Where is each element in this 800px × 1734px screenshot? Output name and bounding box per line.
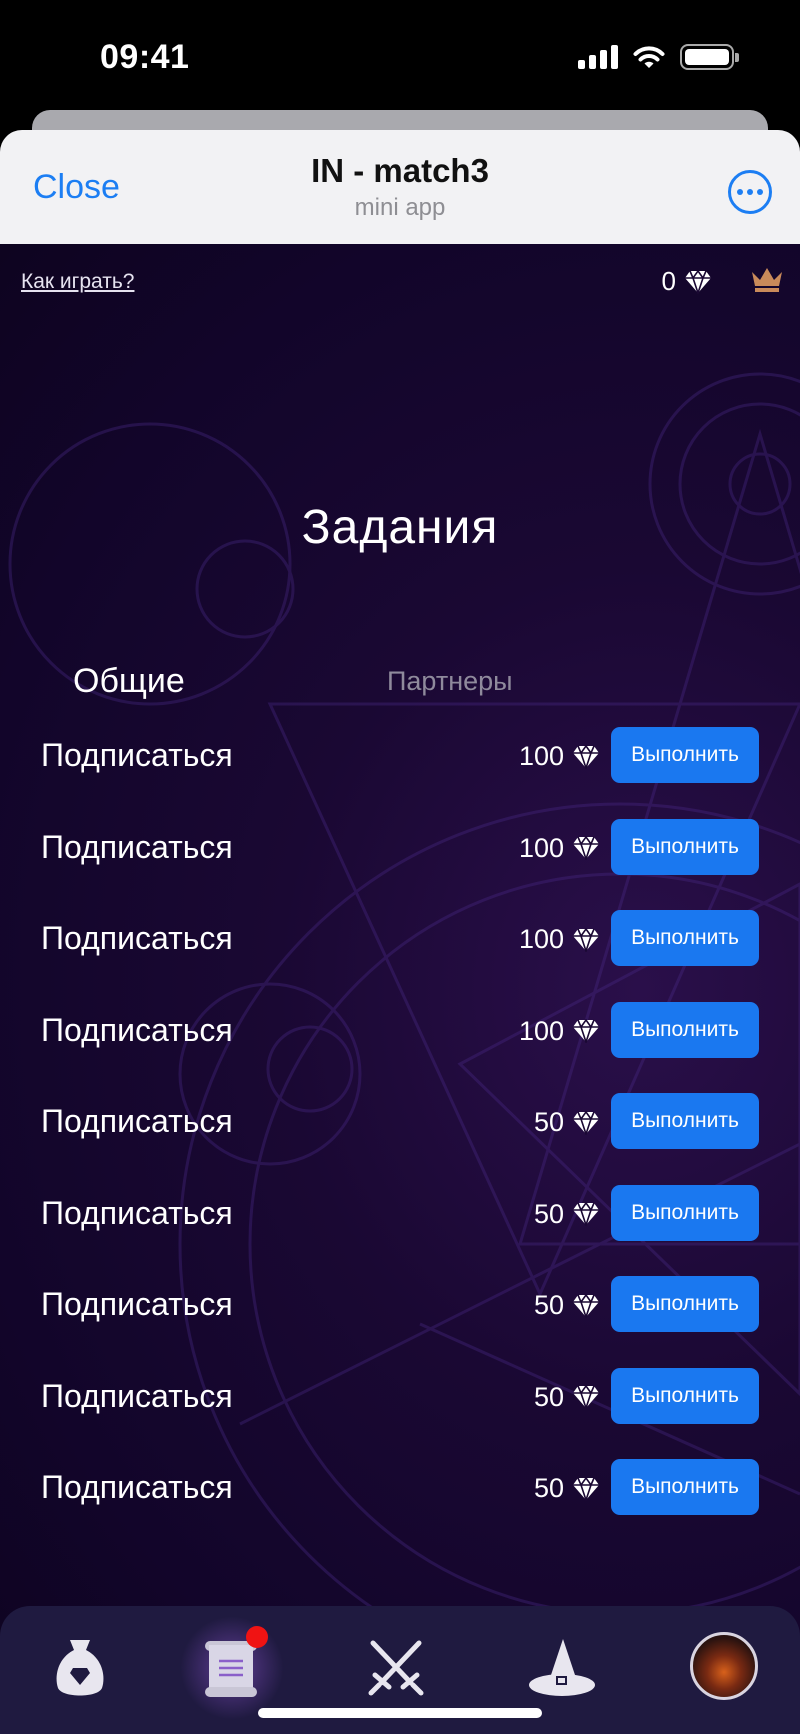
home-indicator[interactable] <box>258 1708 542 1718</box>
gem-icon <box>573 744 599 769</box>
task-reward-value: 50 <box>533 1198 564 1229</box>
complete-task-button[interactable]: Выполнить <box>611 1276 759 1332</box>
task-label: Подписаться <box>41 1103 233 1139</box>
gem-bag-icon <box>56 1640 104 1696</box>
task-row: Подписаться 50 Выполнить <box>0 1184 800 1241</box>
game-screen: Как играть? 0 Задания Общие Партнеры Под… <box>0 244 800 1734</box>
task-row: Подписаться 100 Выполнить <box>0 910 800 966</box>
battery-icon <box>680 44 739 70</box>
complete-task-button[interactable]: Выполнить <box>611 1184 759 1241</box>
crossed-swords-icon <box>368 1640 424 1696</box>
task-reward-value: 100 <box>518 832 564 863</box>
webview-header: Close IN - match3 mini app <box>0 130 800 244</box>
task-label: Подписаться <box>41 1469 233 1505</box>
task-reward-value: 50 <box>533 1107 564 1137</box>
balance-value: 0 <box>661 266 676 296</box>
gem-icon <box>573 927 599 952</box>
gem-icon <box>573 1110 599 1135</box>
task-reward: 100 <box>519 833 600 864</box>
task-row: Подписаться 100 Выполнить <box>0 818 800 875</box>
wifi-icon <box>633 46 665 68</box>
tab-partners[interactable]: Партнеры <box>387 666 513 697</box>
app-title: IN - match3 <box>311 152 489 189</box>
complete-task-button[interactable]: Выполнить <box>611 1459 759 1515</box>
task-label: Подписаться <box>41 1286 233 1322</box>
task-reward: 50 <box>534 1473 600 1504</box>
more-options-button[interactable] <box>728 170 772 214</box>
more-dot-icon <box>747 189 753 195</box>
gem-icon <box>573 1293 599 1318</box>
complete-task-button[interactable]: Выполнить <box>611 1001 759 1058</box>
wizard-hat-icon <box>529 1639 595 1696</box>
task-label: Подписаться <box>41 920 233 956</box>
task-label: Подписаться <box>41 828 233 865</box>
task-row: Подписаться 100 Выполнить <box>0 727 800 783</box>
complete-task-button[interactable]: Выполнить <box>611 1093 759 1149</box>
tab-general[interactable]: Общие <box>73 662 185 701</box>
gem-icon <box>573 836 599 860</box>
task-reward: 100 <box>519 1016 600 1047</box>
task-reward-value: 100 <box>518 741 564 771</box>
task-row: Подписаться 50 Выполнить <box>0 1459 800 1515</box>
notification-badge <box>246 1626 268 1648</box>
task-reward-value: 50 <box>533 1473 564 1503</box>
more-dot-icon <box>757 189 763 195</box>
task-row: Подписаться 50 Выполнить <box>0 1367 800 1424</box>
task-row: Подписаться 50 Выполнить <box>0 1276 800 1332</box>
status-bar: 09:41 <box>0 0 800 110</box>
task-label: Подписаться <box>41 737 233 773</box>
avatar[interactable] <box>690 1632 758 1700</box>
task-reward: 100 <box>519 924 600 955</box>
gem-icon <box>685 269 711 294</box>
gem-icon <box>573 1202 599 1226</box>
balance-display: 0 <box>662 266 712 297</box>
task-label: Подписаться <box>41 1194 233 1231</box>
task-row: Подписаться 100 Выполнить <box>0 1001 800 1058</box>
task-reward-value: 100 <box>518 1015 564 1046</box>
crown-icon[interactable] <box>750 264 784 294</box>
status-icons <box>578 44 739 70</box>
gem-icon <box>573 1476 599 1501</box>
nav-shop[interactable] <box>45 1632 115 1704</box>
status-time: 09:41 <box>100 38 190 76</box>
more-dot-icon <box>737 189 743 195</box>
task-reward-value: 100 <box>518 924 564 954</box>
task-reward: 100 <box>519 741 600 772</box>
task-row: Подписаться 50 Выполнить <box>0 1093 800 1149</box>
nav-battle[interactable] <box>361 1632 431 1704</box>
task-reward: 50 <box>534 1107 600 1138</box>
gem-icon <box>573 1019 599 1043</box>
gem-icon <box>573 1385 599 1409</box>
cellular-signal-icon <box>578 45 618 69</box>
complete-task-button[interactable]: Выполнить <box>611 910 759 966</box>
complete-task-button[interactable]: Выполнить <box>611 727 759 783</box>
complete-task-button[interactable]: Выполнить <box>611 818 759 875</box>
task-reward-value: 50 <box>533 1290 564 1320</box>
how-to-play-link[interactable]: Как играть? <box>21 270 134 294</box>
nav-wizard[interactable] <box>527 1632 597 1704</box>
task-reward: 50 <box>534 1382 600 1413</box>
task-reward: 50 <box>534 1199 600 1230</box>
nav-tasks[interactable] <box>196 1626 268 1704</box>
app-subtitle: mini app <box>354 194 446 221</box>
task-reward-value: 50 <box>533 1381 564 1412</box>
page-title: Задания <box>301 501 499 554</box>
task-label: Подписаться <box>41 1011 233 1048</box>
task-label: Подписаться <box>41 1377 233 1414</box>
task-reward: 50 <box>534 1290 600 1321</box>
complete-task-button[interactable]: Выполнить <box>611 1367 759 1424</box>
